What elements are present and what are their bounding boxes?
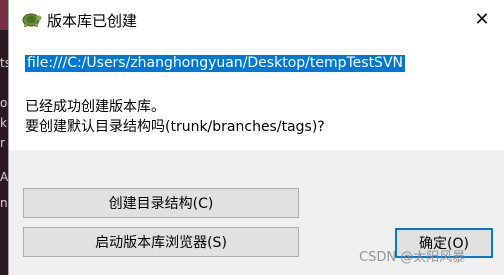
close-icon: ✕ (474, 8, 490, 30)
tortoise-icon (20, 9, 42, 29)
background-text-fragment: A (0, 170, 9, 184)
repository-created-dialog: 版本库已创建 ✕ file:///C:/Users/zhanghongyuan/… (8, 0, 504, 275)
title-bar[interactable]: 版本库已创建 ✕ (9, 0, 504, 38)
success-message: 已经成功创建版本库。 (25, 99, 165, 115)
dialog-title: 版本库已创建 (47, 12, 138, 30)
background-text-fragment: o (0, 96, 8, 110)
repository-path-text[interactable]: file:///C:/Users/zhanghongyuan/Desktop/t… (25, 55, 405, 72)
background-window-edge: ts o k r A n. (0, 30, 11, 275)
background-text-fragment: k (0, 116, 7, 130)
background-text-fragment: r (0, 136, 5, 150)
dialog-body: file:///C:/Users/zhanghongyuan/Desktop/t… (9, 38, 504, 275)
watermark-text: CSDN @太阳风暴 (359, 250, 466, 265)
message-panel: file:///C:/Users/zhanghongyuan/Desktop/t… (9, 38, 504, 150)
create-structure-question: 要创建默认目录结构吗(trunk/branches/tags)? (25, 119, 325, 135)
close-button[interactable]: ✕ (459, 0, 504, 38)
create-folder-structure-button[interactable]: 创建目录结构(C) (23, 188, 299, 218)
start-repo-browser-button[interactable]: 启动版本库浏览器(S) (23, 227, 299, 257)
